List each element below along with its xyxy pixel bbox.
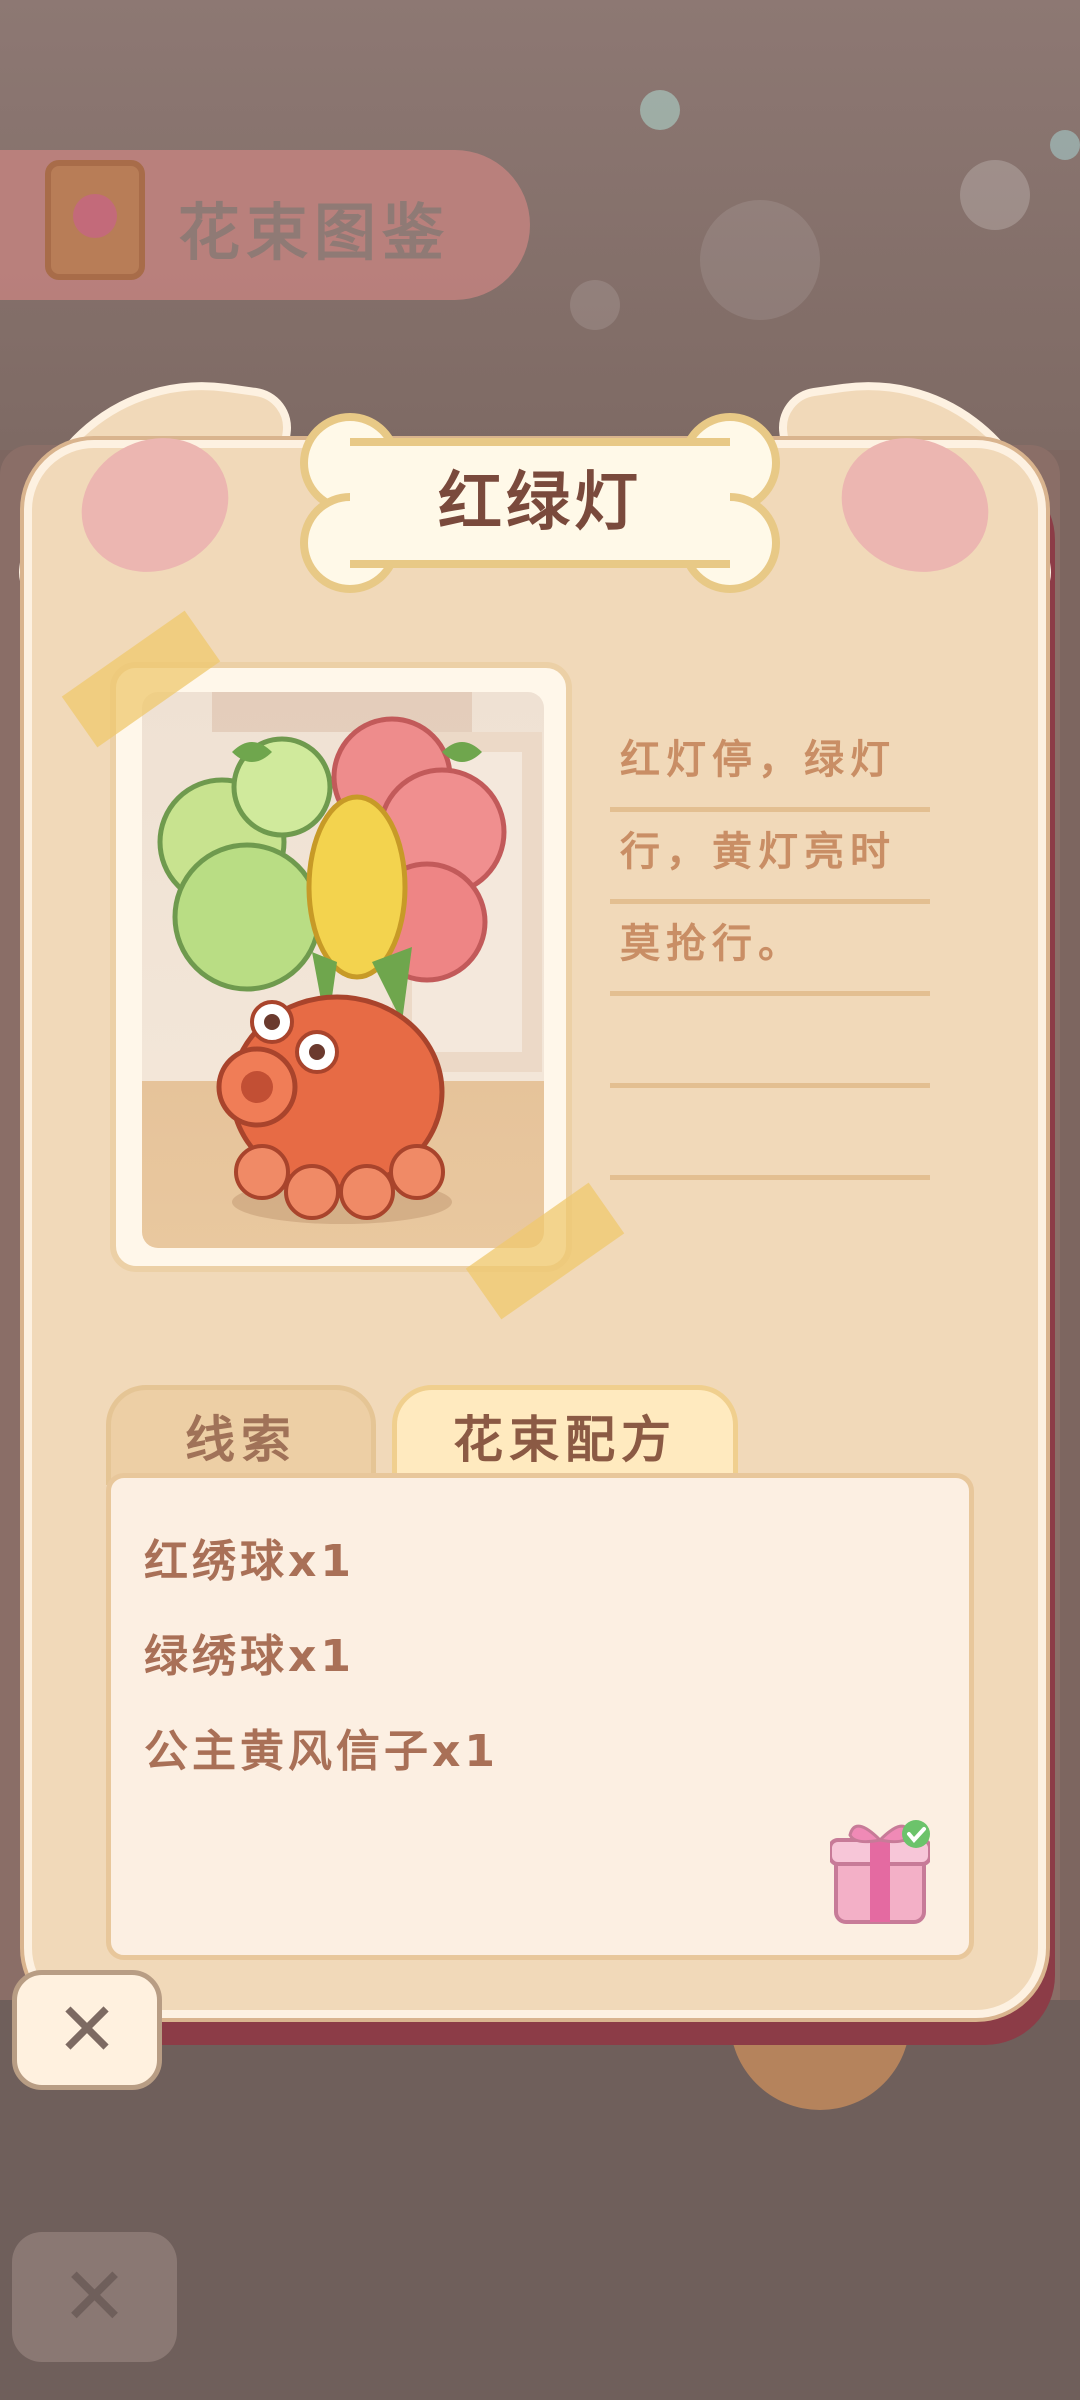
tab-clues[interactable]: 线索 [106,1385,376,1485]
recipe-item: 绿绣球x1 [144,1631,355,1682]
title-bone-badge: 红绿灯 [300,398,780,608]
header-title: 花束图鉴 [178,196,451,269]
description-box: 红灯停，绿灯 行，黄灯亮时 莫抢行。 [610,720,930,1180]
bokeh-light [640,90,680,130]
tab-bouquet-recipe[interactable]: 花束配方 [392,1385,738,1485]
gift-box-claimed-icon[interactable] [828,1820,932,1930]
description-line [610,996,930,1088]
background-close-icon: ✕ [12,2232,177,2362]
bouquet-image [142,692,544,1248]
recipe-item: 公主黄风信子x1 [144,1726,499,1777]
bokeh-light [570,280,620,330]
description-line [610,1088,930,1180]
description-line: 红灯停，绿灯 [610,720,930,812]
close-button[interactable]: ✕ [12,1970,162,2090]
bokeh-light [1050,130,1080,160]
bouquet-name: 红绿灯 [438,466,642,540]
description-line: 行，黄灯亮时 [610,812,930,904]
recipe-item: 红绣球x1 [144,1536,355,1587]
album-book-icon [45,160,145,280]
bokeh-light [700,200,820,320]
bokeh-light [960,160,1030,230]
description-line: 莫抢行。 [610,904,930,996]
